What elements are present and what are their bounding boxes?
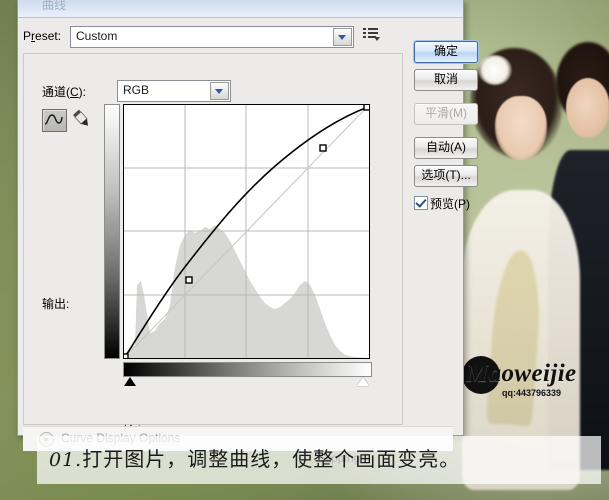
- curves-groupbox: 通道(C): RGB 输出:: [23, 53, 403, 465]
- caption-text: 01.打开图片，调整曲线，使整个画面变亮。: [49, 443, 460, 472]
- chevron-down-icon[interactable]: [333, 28, 352, 46]
- pencil-icon[interactable]: [71, 109, 93, 130]
- preset-menu-icon[interactable]: [363, 28, 380, 42]
- caption-number: 01.: [49, 449, 83, 471]
- cancel-button[interactable]: 取消: [414, 69, 478, 91]
- curve-pencil-icon[interactable]: [42, 109, 67, 132]
- curves-dialog: 曲线 Preset: Custom 通道(C): RGB 输出: 确定 取消 平…: [17, 0, 478, 465]
- output-label: 输出:: [42, 297, 70, 311]
- dialog-body: Preset: Custom 通道(C): RGB 输出: 确定 取消 平滑(M…: [18, 17, 478, 465]
- channel-combo[interactable]: RGB: [117, 80, 231, 102]
- caption-bar: 01.打开图片，调整曲线，使整个画面变亮。: [37, 436, 601, 484]
- screenshot-root: Maoweijie qq:443796339 曲线 Preset: Custom: [0, 0, 609, 500]
- photo-groom-face: [566, 78, 609, 138]
- black-point-slider[interactable]: [124, 377, 136, 386]
- photo-bride-hair-flower: [478, 55, 512, 85]
- white-point-slider[interactable]: [357, 377, 369, 386]
- preview-checkbox-row[interactable]: 预览(P): [414, 195, 476, 211]
- smooth-button: 平滑(M): [414, 103, 478, 125]
- dialog-titlebar[interactable]: 曲线: [18, 0, 463, 18]
- curve-grid[interactable]: [123, 104, 370, 359]
- photo-bride-face: [495, 96, 547, 160]
- caption-body: 打开图片，调整曲线，使整个画面变亮。: [82, 447, 461, 471]
- preset-row: Preset: Custom: [23, 26, 403, 48]
- dialog-buttons: 确定 取消 平滑(M) 自动(A) 选项(T)... 预览(P): [414, 41, 478, 211]
- preset-value: Custom: [76, 29, 118, 43]
- channel-label: 通道(C):: [42, 85, 87, 99]
- curve-graph: [104, 104, 372, 386]
- auto-button[interactable]: 自动(A): [414, 137, 478, 159]
- input-gradient-bar: [123, 362, 372, 377]
- output-gradient-bar: [104, 104, 120, 359]
- preview-checkbox[interactable]: [414, 196, 428, 210]
- dialog-title: 曲线: [42, 0, 67, 12]
- ok-button[interactable]: 确定: [414, 41, 478, 63]
- curve-plot[interactable]: [124, 105, 369, 358]
- channel-value: RGB: [123, 83, 150, 97]
- preset-combo[interactable]: Custom: [70, 26, 354, 48]
- preset-label: Preset:: [23, 29, 62, 43]
- chevron-down-icon[interactable]: [210, 82, 229, 100]
- options-button[interactable]: 选项(T)...: [414, 165, 478, 187]
- preview-label: 预览(P): [430, 197, 470, 211]
